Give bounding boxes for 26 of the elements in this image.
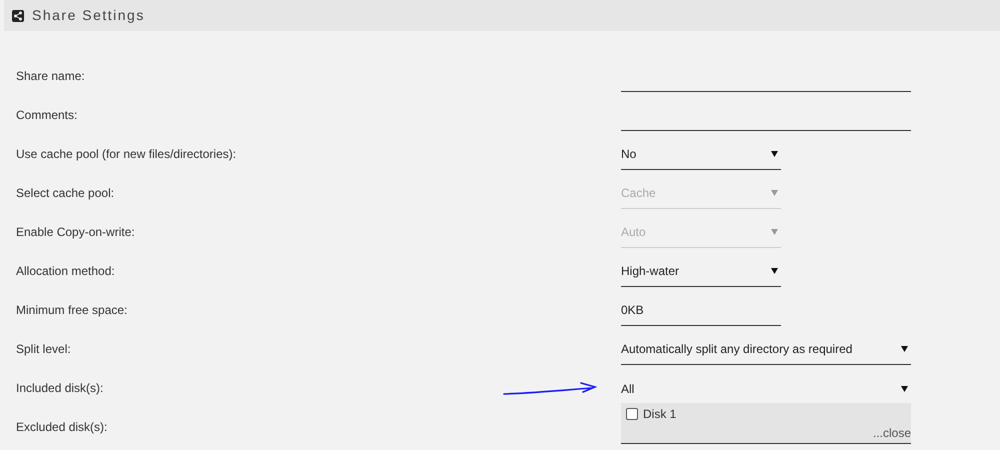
caret-icon bbox=[771, 229, 778, 235]
field-label: Allocation method: bbox=[15, 262, 115, 280]
field-label: Use cache pool (for new files/directories): bbox=[15, 146, 236, 162]
dropdown[interactable]: All bbox=[621, 374, 911, 404]
caret-icon bbox=[771, 190, 778, 196]
caret-icon bbox=[901, 346, 908, 352]
share-icon bbox=[12, 10, 24, 22]
section-title: Share Settings bbox=[32, 6, 145, 25]
dropdown[interactable]: No bbox=[621, 140, 781, 170]
option-label[interactable]: Disk 1 bbox=[621, 402, 911, 422]
field-label: Share name: bbox=[15, 68, 85, 84]
field-label: Comments: bbox=[15, 106, 78, 124]
checkbox[interactable] bbox=[626, 408, 638, 420]
field-label: Excluded disk(s): bbox=[15, 418, 108, 436]
field-label: Included disk(s): bbox=[15, 380, 104, 396]
close-link[interactable]: ...close bbox=[872, 424, 911, 442]
caret-icon bbox=[771, 151, 778, 157]
field-label: Split level: bbox=[15, 340, 71, 358]
dropdown[interactable]: High-water bbox=[621, 256, 781, 286]
dropdown[interactable]: Automatically split any directory as required bbox=[621, 334, 911, 364]
caret-icon bbox=[771, 268, 778, 274]
field-label: Enable Copy-on-write: bbox=[15, 224, 135, 240]
caret-icon bbox=[901, 386, 908, 392]
text-field[interactable]: 0KB bbox=[621, 296, 781, 326]
field-label: Minimum free space: bbox=[15, 302, 128, 318]
field-label: Select cache pool: bbox=[15, 184, 114, 202]
